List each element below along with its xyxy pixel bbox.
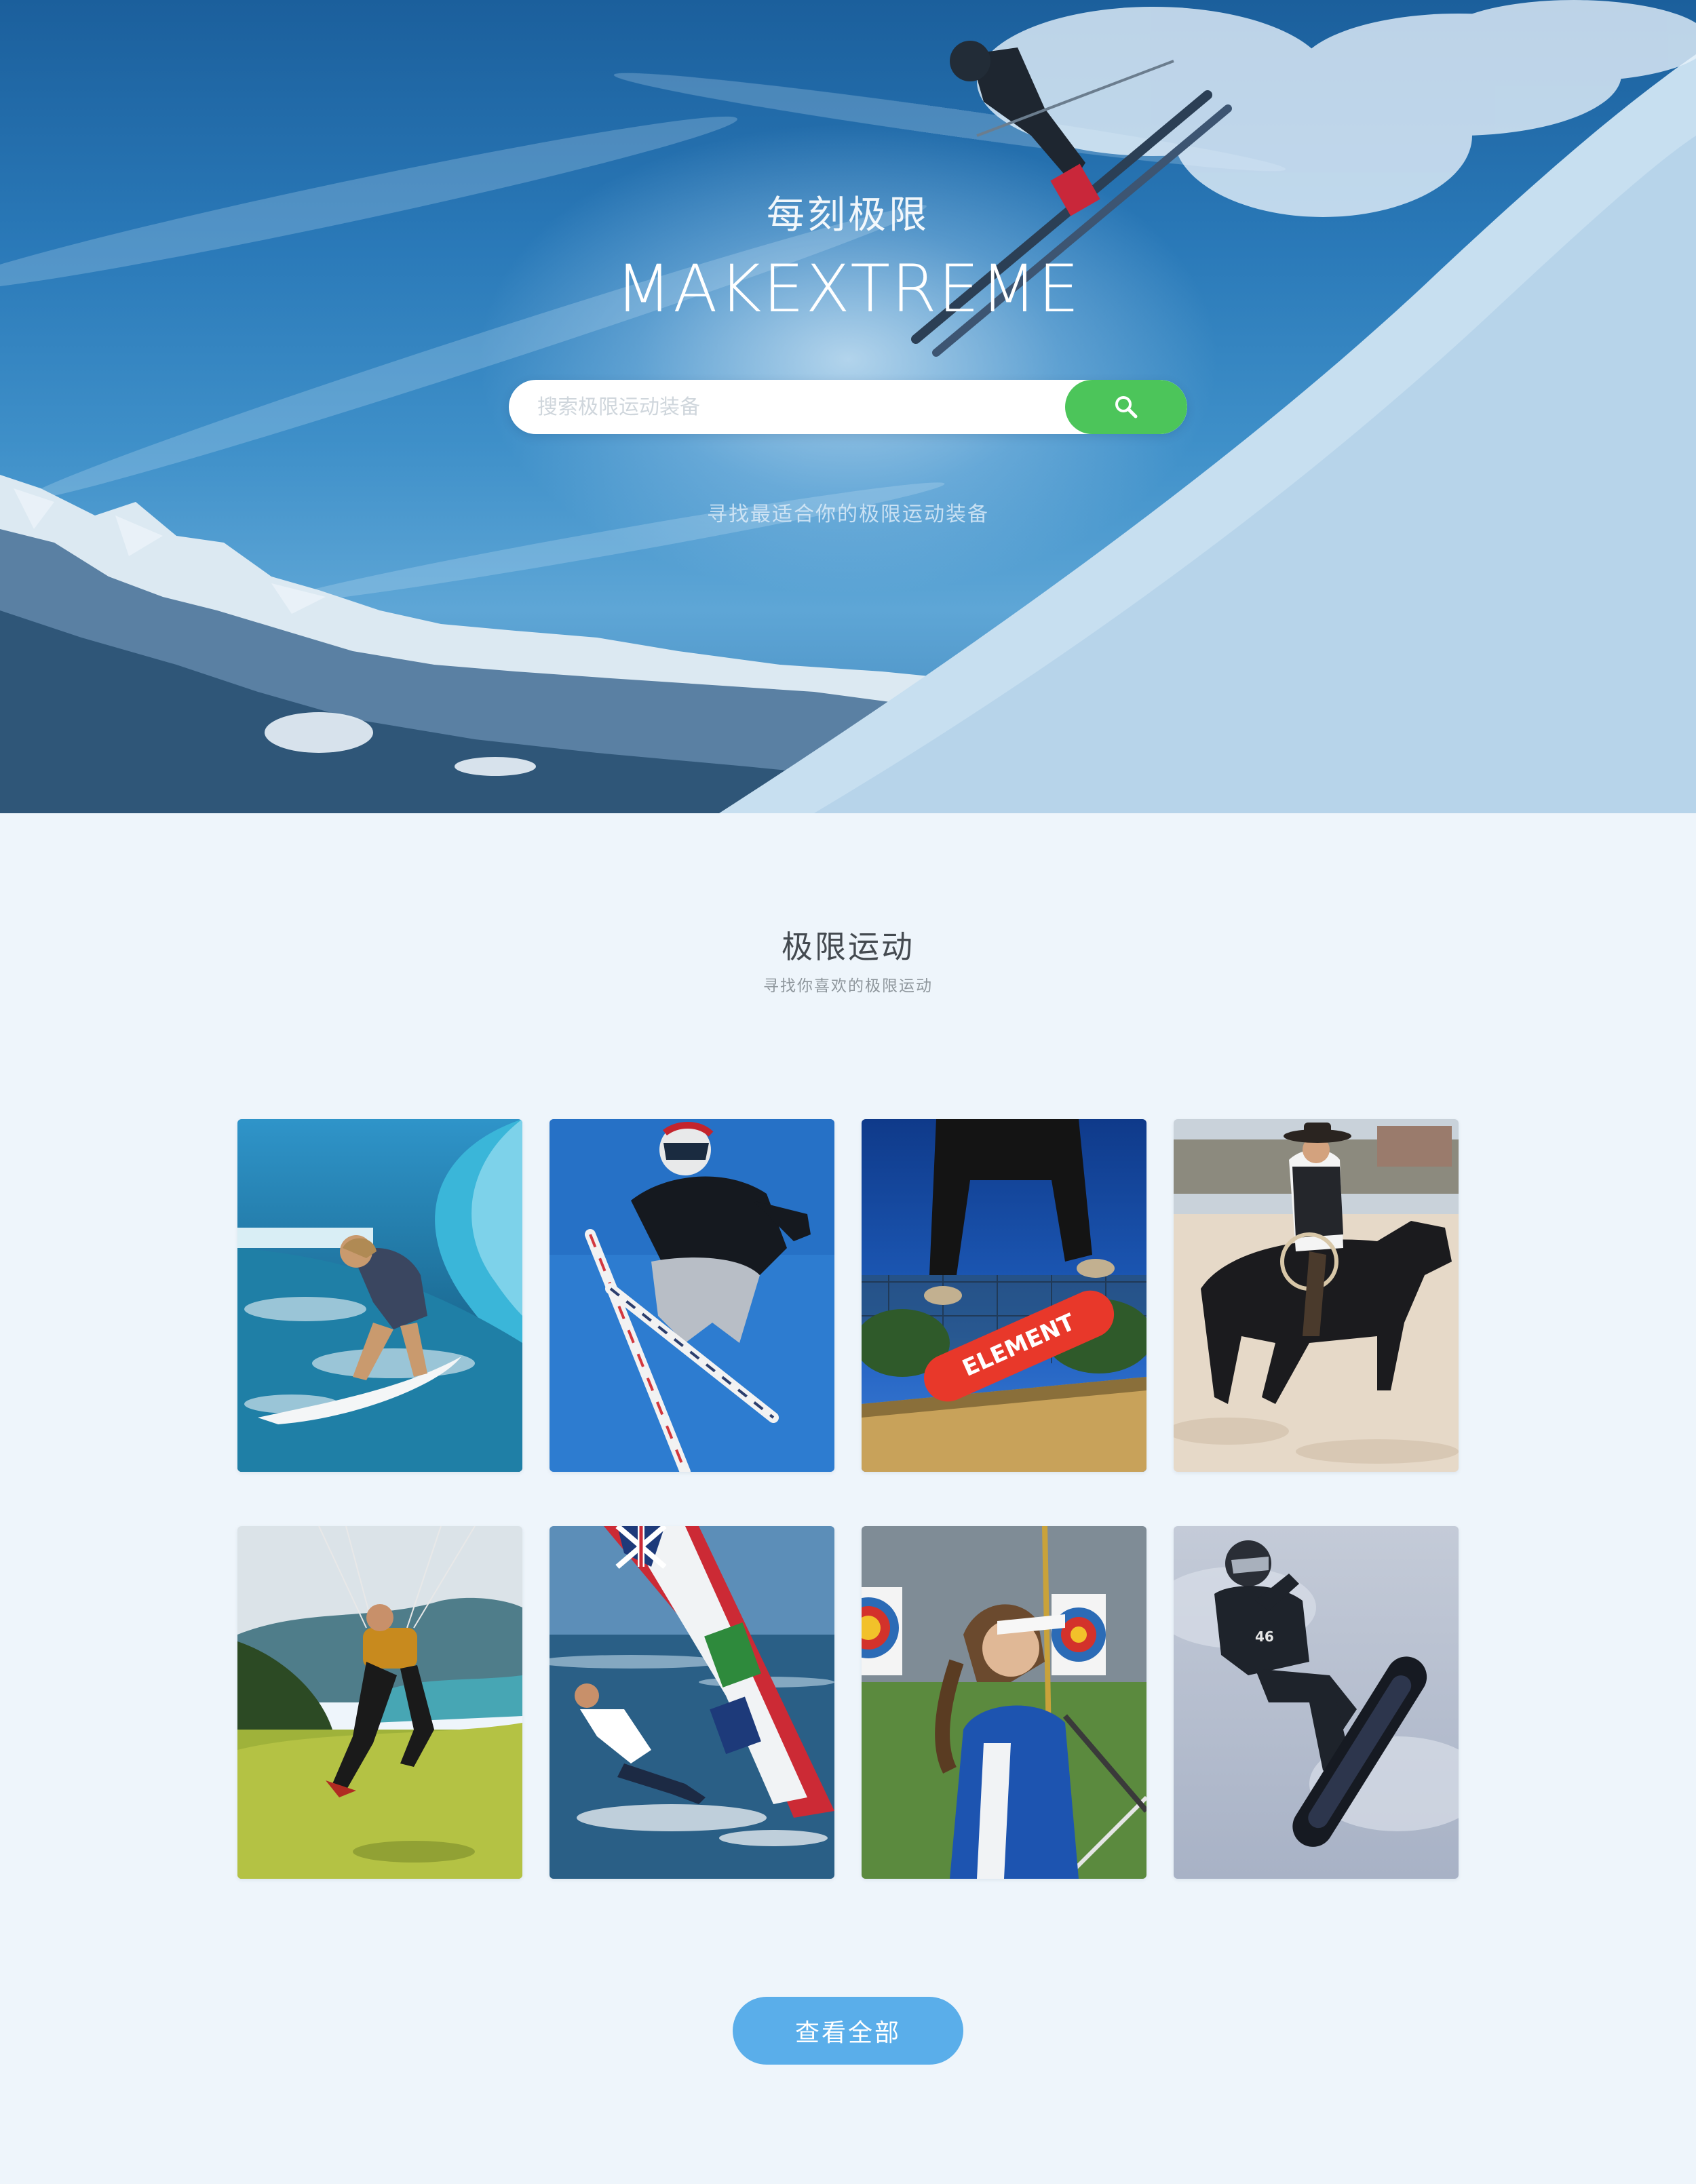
sport-card-archery[interactable] — [862, 1526, 1146, 1879]
skateboarding-image: ELEMENT — [862, 1119, 1146, 1472]
hero-tagline: 寻找最适合你的极限运动装备 — [707, 503, 989, 526]
search-button[interactable] — [1065, 380, 1187, 434]
view-all-button[interactable]: 查看全部 — [733, 1997, 963, 2065]
search-input[interactable] — [509, 380, 1065, 434]
section-subtitle: 寻找你喜欢的极限运动 — [763, 977, 933, 995]
sport-card-surfing[interactable] — [237, 1119, 522, 1472]
hero-banner: 每刻极限 MAKEXTREME 寻找最适合你的极限运动装备 — [0, 0, 1696, 813]
windsurfing-image — [550, 1526, 834, 1879]
section-title: 极限运动 — [782, 929, 914, 965]
sport-card-skateboarding[interactable]: ELEMENT — [862, 1119, 1146, 1472]
sport-card-windsurfing[interactable] — [550, 1526, 834, 1879]
freestyle-skiing-image — [550, 1119, 834, 1472]
snowboarding-image: 46 — [1174, 1526, 1459, 1879]
sport-card-paragliding[interactable] — [237, 1526, 522, 1879]
search-bar — [509, 380, 1187, 434]
sport-card-snowboarding[interactable]: 46 — [1174, 1526, 1459, 1879]
hero-subtitle: 每刻极限 — [767, 193, 929, 237]
paragliding-image — [237, 1526, 522, 1879]
sport-card-freestyle-skiing[interactable] — [550, 1119, 834, 1472]
sports-grid: ELEMENT 46 — [237, 1119, 1459, 1879]
horse-riding-image — [1174, 1119, 1459, 1472]
surfing-image — [237, 1119, 522, 1472]
search-icon — [1115, 396, 1138, 418]
hero-title: MAKEXTREME — [615, 251, 1081, 327]
archery-image — [862, 1526, 1146, 1879]
sport-card-horse-riding[interactable] — [1174, 1119, 1459, 1472]
svg-text:46: 46 — [1255, 1629, 1274, 1645]
